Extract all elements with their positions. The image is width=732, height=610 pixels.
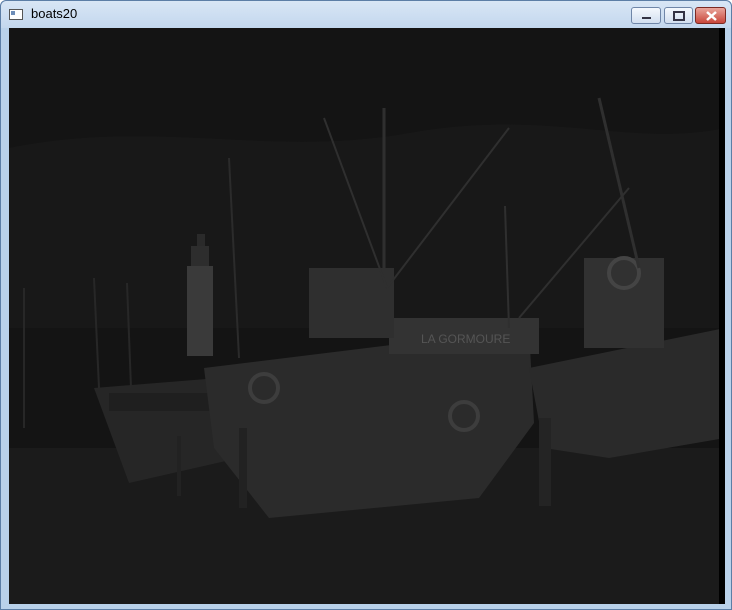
app-window: boats20 LA GORMOURE: [0, 0, 732, 610]
boat-name-text: LA GORMOURE: [421, 332, 510, 346]
maximize-icon: [673, 11, 685, 21]
maximize-button[interactable]: [664, 7, 693, 24]
close-icon: [706, 11, 717, 21]
right-edge-bar: [719, 28, 725, 604]
minimize-icon: [642, 17, 651, 19]
title-bar[interactable]: boats20: [1, 1, 731, 28]
boats-photo: LA GORMOURE: [9, 28, 725, 604]
app-window-icon: [9, 9, 23, 20]
close-button[interactable]: [695, 7, 726, 24]
image-viewport[interactable]: LA GORMOURE: [9, 28, 725, 604]
window-title: boats20: [31, 6, 78, 21]
minimize-button[interactable]: [631, 7, 661, 24]
